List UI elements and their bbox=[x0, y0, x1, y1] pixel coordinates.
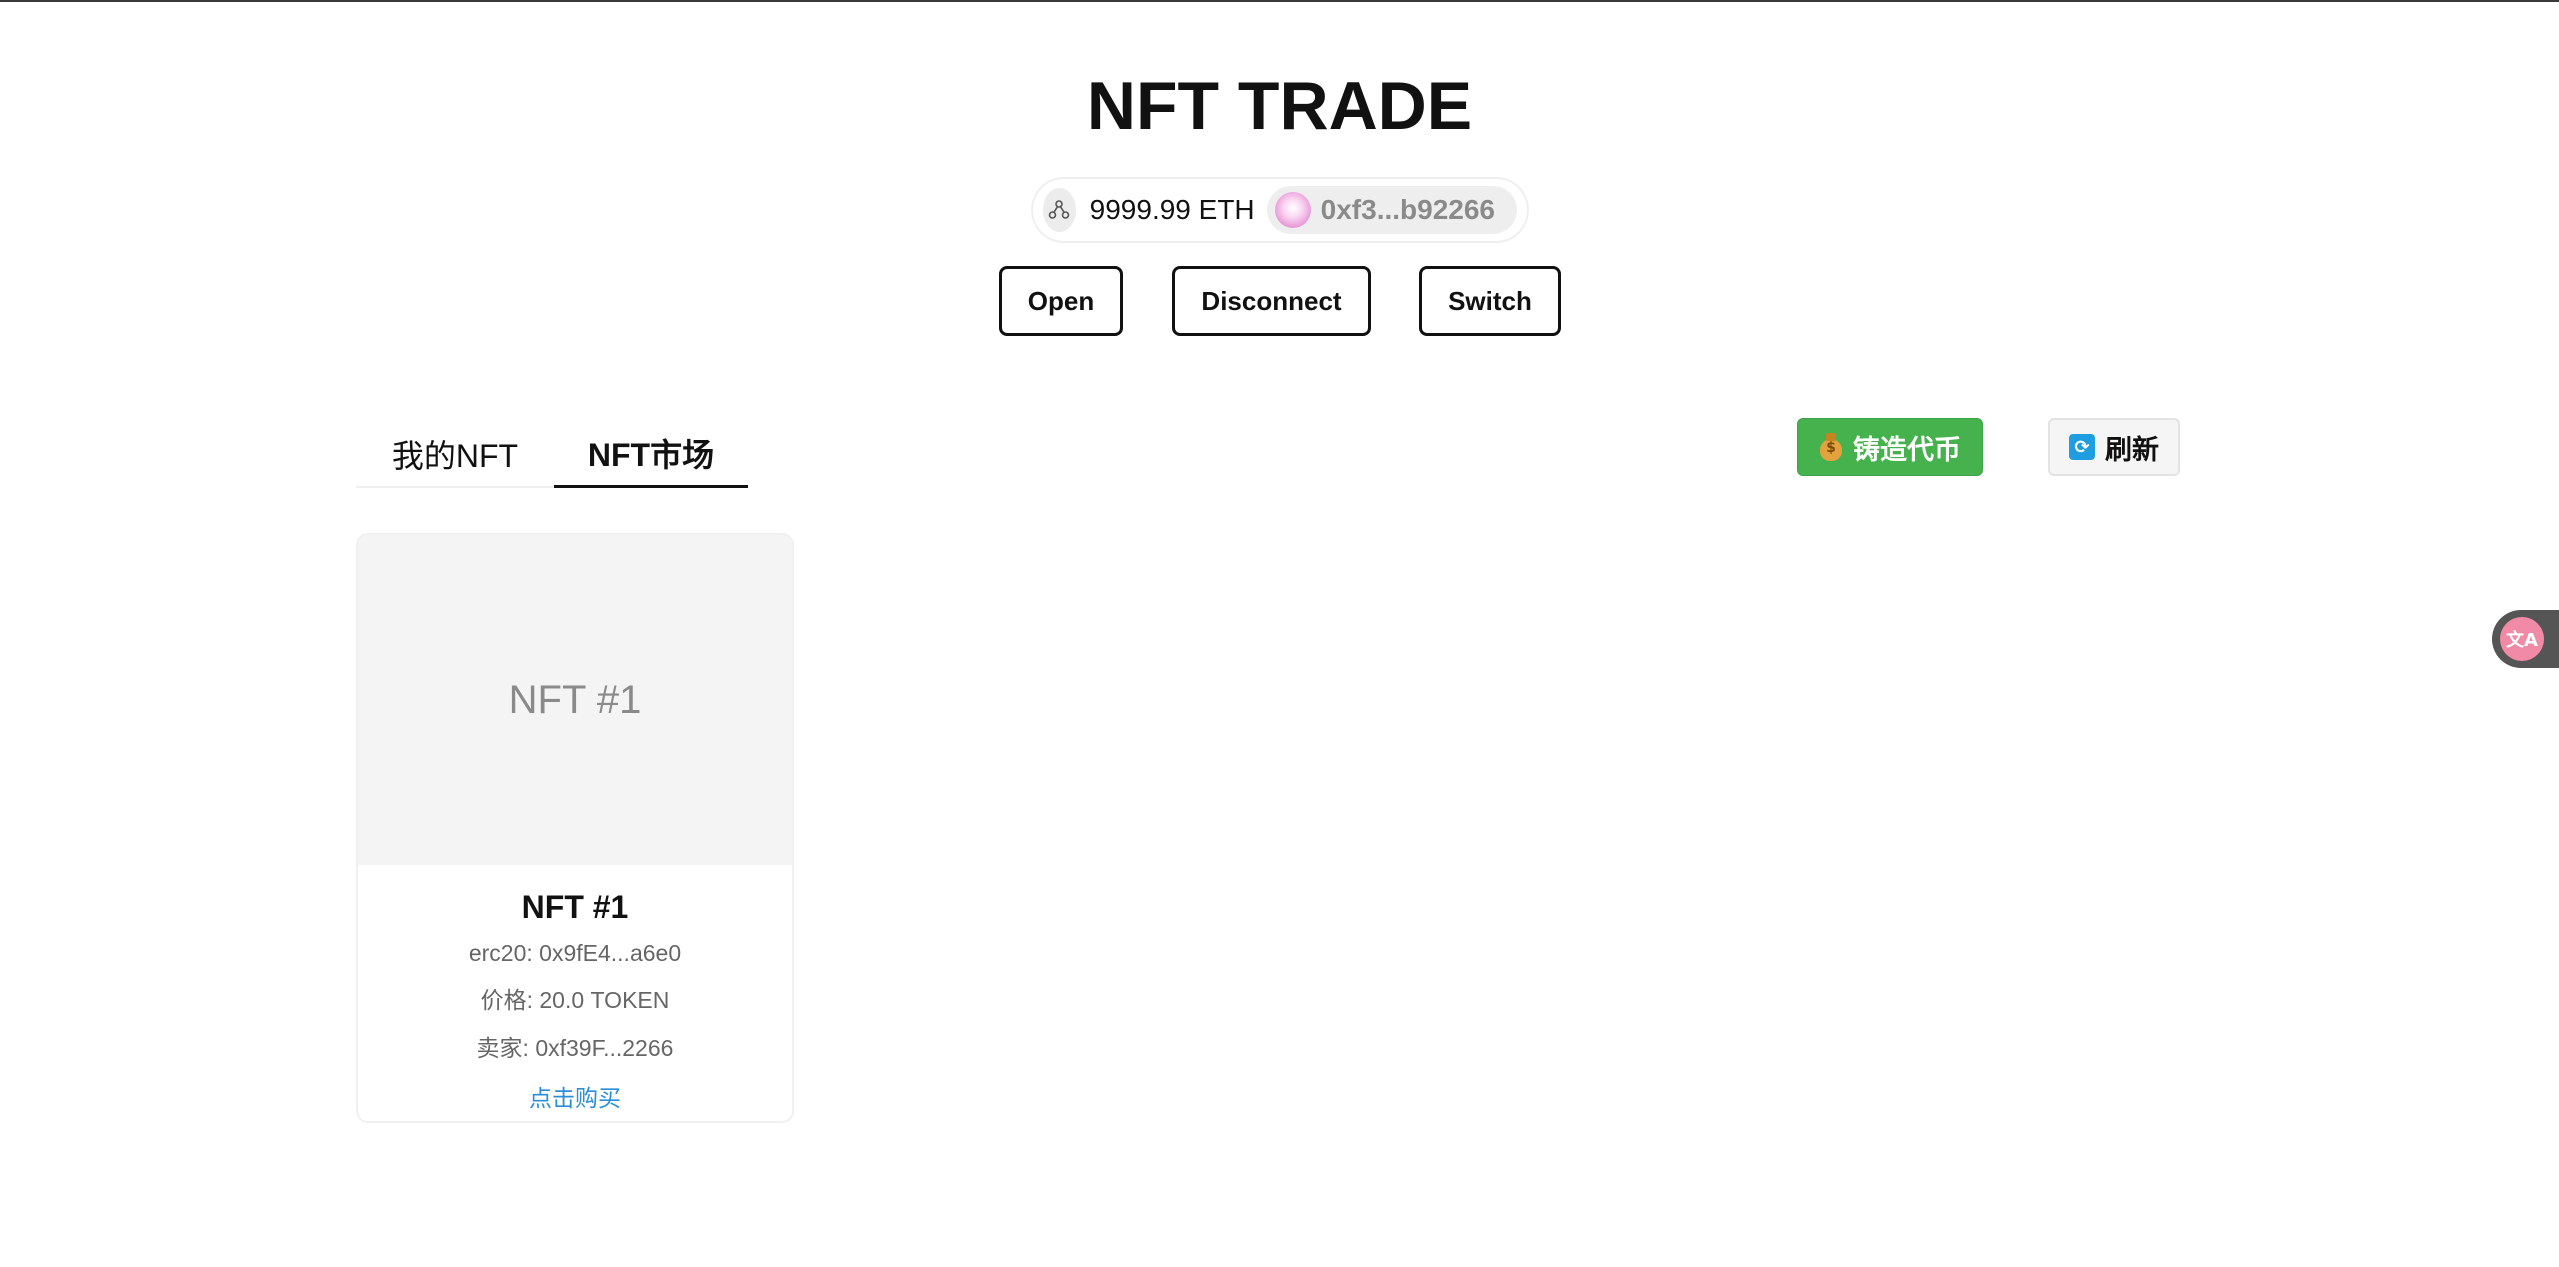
mint-token-label: 铸造代币 bbox=[1853, 434, 1961, 465]
nft-price: 价格: 20.0 TOKEN bbox=[480, 987, 670, 1013]
nft-seller: 卖家: 0xf39F...2266 bbox=[476, 1035, 674, 1061]
nft-name: NFT #1 bbox=[521, 889, 629, 925]
disconnect-button[interactable]: Disconnect bbox=[1172, 266, 1371, 336]
money-bag-icon bbox=[1819, 433, 1843, 461]
nft-erc20: erc20: 0x9fE4...a6e0 bbox=[468, 940, 682, 966]
network-nodes-icon bbox=[1043, 188, 1076, 232]
avatar bbox=[1274, 192, 1311, 228]
buy-link[interactable]: 点击购买 bbox=[358, 1079, 792, 1113]
tab-my-nft[interactable]: 我的NFT bbox=[356, 420, 554, 488]
page-title: NFT TRADE bbox=[1086, 68, 1473, 144]
translate-widget[interactable]: 文A bbox=[2492, 610, 2559, 668]
wallet-address: 0xf3...b92266 bbox=[1320, 194, 1495, 225]
mint-token-button[interactable]: 铸造代币 bbox=[1797, 418, 1983, 476]
translate-icon: 文A bbox=[2500, 617, 2544, 661]
nft-image-placeholder: NFT #1 bbox=[358, 535, 792, 865]
wallet-balance: 9999.99 ETH bbox=[1089, 194, 1255, 225]
tab-nft-market[interactable]: NFT市场 bbox=[554, 420, 748, 488]
top-border bbox=[0, 0, 2559, 2]
switch-button[interactable]: Switch bbox=[1419, 266, 1561, 336]
refresh-label: 刷新 bbox=[2105, 434, 2159, 465]
refresh-button[interactable]: ⟳ 刷新 bbox=[2048, 418, 2180, 476]
wallet-account-pill[interactable]: 9999.99 ETH 0xf3...b92266 bbox=[1031, 177, 1529, 243]
wallet-address-chip[interactable]: 0xf3...b92266 bbox=[1266, 186, 1517, 234]
refresh-icon: ⟳ bbox=[2069, 434, 2095, 460]
open-button[interactable]: Open bbox=[999, 266, 1123, 336]
nft-card: NFT #1 NFT #1 erc20: 0x9fE4...a6e0 价格: 2… bbox=[356, 533, 794, 1123]
